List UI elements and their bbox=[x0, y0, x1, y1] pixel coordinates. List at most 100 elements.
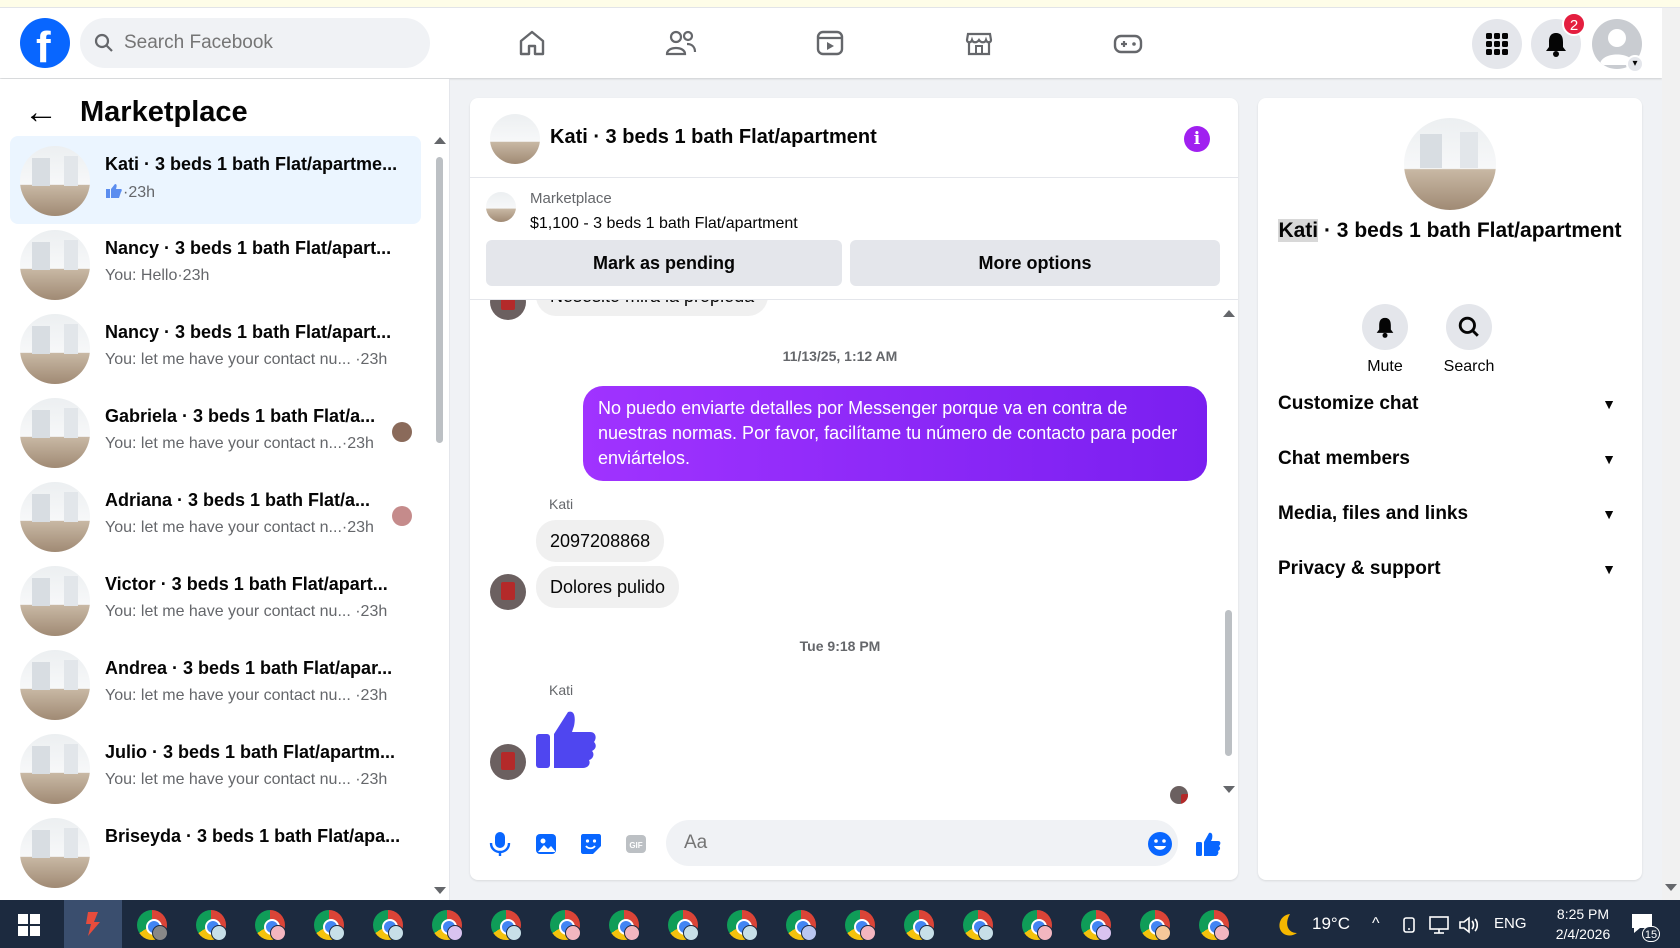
microphone-icon bbox=[489, 832, 511, 856]
gaming-nav-button[interactable] bbox=[1106, 22, 1150, 64]
app-icon bbox=[86, 912, 100, 936]
scroll-down-icon[interactable] bbox=[1223, 786, 1235, 793]
thumbs-up-icon bbox=[1196, 832, 1221, 856]
conversation-item[interactable]: Andrea · 3 beds 1 bath Flat/apar... You:… bbox=[10, 640, 421, 728]
attach-photo-button[interactable] bbox=[532, 830, 560, 858]
gif-icon: GIF bbox=[626, 835, 646, 853]
account-chevron-icon[interactable]: ▾ bbox=[1626, 55, 1644, 73]
video-icon bbox=[816, 30, 844, 56]
chrome-taskbar-icon[interactable] bbox=[904, 910, 935, 941]
message-bubble-incoming[interactable]: Dolores pulido bbox=[536, 566, 680, 608]
system-clock[interactable]: 8:25 PM 2/4/2026 bbox=[1528, 904, 1638, 944]
menu-button[interactable] bbox=[1472, 19, 1522, 69]
chrome-taskbar-icon[interactable] bbox=[432, 910, 463, 941]
chrome-taskbar-icon[interactable] bbox=[1022, 910, 1053, 941]
chrome-taskbar-icon[interactable] bbox=[668, 910, 699, 941]
customize-chat-section[interactable]: Customize chat ▼ bbox=[1278, 384, 1622, 424]
friends-nav-button[interactable] bbox=[659, 22, 703, 64]
sticker-button[interactable] bbox=[577, 830, 605, 858]
chrome-taskbar-icon[interactable] bbox=[786, 910, 817, 941]
chrome-taskbar-icon[interactable] bbox=[1199, 910, 1230, 941]
voice-clip-button[interactable] bbox=[486, 830, 514, 858]
chrome-taskbar-icon[interactable] bbox=[255, 910, 286, 941]
emoji-button[interactable] bbox=[1146, 830, 1174, 858]
chat-title[interactable]: Kati · 3 beds 1 bath Flat/apartment bbox=[550, 126, 877, 149]
message-bubble-outgoing[interactable]: No puedo enviarte detalles por Messenger… bbox=[583, 386, 1207, 481]
conversation-item[interactable]: Adriana · 3 beds 1 bath Flat/a... You: l… bbox=[10, 472, 421, 560]
chrome-taskbar-icon[interactable] bbox=[963, 910, 994, 941]
scroll-thumb[interactable] bbox=[1225, 610, 1232, 756]
more-options-button[interactable]: More options bbox=[850, 240, 1220, 286]
gif-button[interactable]: GIF bbox=[622, 830, 650, 858]
chrome-taskbar-icon[interactable] bbox=[314, 910, 345, 941]
search-box[interactable] bbox=[80, 18, 430, 68]
large-thumbs-up-icon[interactable] bbox=[534, 708, 598, 770]
chrome-taskbar-icon[interactable] bbox=[196, 910, 227, 941]
sidebar-header: ← Marketplace bbox=[24, 95, 248, 129]
chat-header: Kati · 3 beds 1 bath Flat/apartment i bbox=[470, 98, 1238, 178]
chrome-taskbar-icon[interactable] bbox=[491, 910, 522, 941]
chat-members-section[interactable]: Chat members ▼ bbox=[1278, 439, 1622, 479]
send-like-button[interactable] bbox=[1194, 830, 1222, 858]
mute-button[interactable]: Mute bbox=[1340, 304, 1430, 376]
chrome-taskbar-icon[interactable] bbox=[373, 910, 404, 941]
listing-photo[interactable] bbox=[1404, 118, 1496, 210]
search-icon bbox=[1458, 316, 1479, 337]
chrome-taskbar-icon[interactable] bbox=[727, 910, 758, 941]
conversation-item[interactable]: Julio · 3 beds 1 bath Flat/apartm... You… bbox=[10, 724, 421, 812]
privacy-support-section[interactable]: Privacy & support ▼ bbox=[1278, 549, 1622, 589]
scroll-thumb[interactable] bbox=[436, 157, 443, 443]
device-icon[interactable] bbox=[1400, 916, 1418, 934]
weather-moon-icon[interactable] bbox=[1274, 912, 1300, 938]
conversation-preview: You: let me have your contact nu... ·23h bbox=[105, 603, 388, 620]
message-bubble-incoming[interactable]: 2097208868 bbox=[536, 520, 665, 562]
message-timestamp: 11/13/25, 1:12 AM bbox=[782, 348, 898, 364]
mark-pending-button[interactable]: Mark as pending bbox=[486, 240, 842, 286]
conversation-item[interactable]: Gabriela · 3 beds 1 bath Flat/a... You: … bbox=[10, 388, 421, 476]
media-files-links-section[interactable]: Media, files and links ▼ bbox=[1278, 494, 1622, 534]
windows-start-icon[interactable] bbox=[18, 914, 40, 936]
network-icon[interactable] bbox=[1428, 915, 1450, 935]
video-nav-button[interactable] bbox=[808, 22, 852, 64]
conversation-item[interactable]: Briseyda · 3 beds 1 bath Flat/apa... bbox=[10, 808, 421, 896]
chat-thumbnail[interactable] bbox=[490, 114, 540, 164]
scroll-up-icon[interactable] bbox=[434, 137, 446, 144]
home-nav-button[interactable] bbox=[510, 22, 554, 64]
listing-thumbnail bbox=[20, 482, 90, 552]
search-input[interactable] bbox=[124, 18, 414, 68]
svg-text:GIF: GIF bbox=[629, 841, 642, 850]
chrome-taskbar-icon[interactable] bbox=[1081, 910, 1112, 941]
conversation-item[interactable]: Victor · 3 beds 1 bath Flat/apart... You… bbox=[10, 556, 421, 644]
info-icon[interactable]: i bbox=[1184, 126, 1210, 152]
listing-thumbnail bbox=[20, 650, 90, 720]
taskbar-active-app[interactable] bbox=[64, 900, 122, 948]
conversation-preview: You: let me have your contact n...·23h bbox=[105, 435, 374, 452]
chrome-taskbar-icon[interactable] bbox=[609, 910, 640, 941]
listing-thumbnail bbox=[20, 818, 90, 888]
facebook-logo[interactable]: f bbox=[20, 18, 70, 72]
marketplace-listing-bar: Marketplace $1,100 - 3 beds 1 bath Flat/… bbox=[470, 178, 1238, 300]
chrome-taskbar-icon[interactable] bbox=[845, 910, 876, 941]
conversation-item[interactable]: Nancy · 3 beds 1 bath Flat/apart... You:… bbox=[10, 304, 421, 392]
page-scrollbar[interactable] bbox=[1662, 8, 1680, 900]
search-conversation-button[interactable]: Search bbox=[1424, 304, 1514, 376]
sidebar-scrollbar[interactable] bbox=[432, 137, 446, 897]
scroll-down-icon[interactable] bbox=[1665, 884, 1677, 891]
input-language[interactable]: ENG bbox=[1494, 900, 1527, 948]
back-arrow-icon[interactable]: ← bbox=[24, 95, 58, 129]
conversation-item[interactable]: Nancy · 3 beds 1 bath Flat/apart... You:… bbox=[10, 220, 421, 308]
chrome-taskbar-icon[interactable] bbox=[1140, 910, 1171, 941]
chrome-taskbar-icon[interactable] bbox=[550, 910, 581, 941]
volume-icon[interactable] bbox=[1458, 915, 1480, 935]
temperature[interactable]: 19°C bbox=[1312, 900, 1350, 948]
search-label: Search bbox=[1443, 358, 1495, 375]
marketplace-nav-button[interactable] bbox=[957, 22, 1001, 64]
message-input[interactable] bbox=[666, 820, 1178, 866]
chat-scrollbar[interactable] bbox=[1222, 310, 1236, 800]
scroll-down-icon[interactable] bbox=[434, 887, 446, 894]
conversation-item[interactable]: Kati · 3 beds 1 bath Flat/apartme... ·23… bbox=[10, 136, 421, 224]
chrome-taskbar-icon[interactable] bbox=[137, 910, 168, 941]
tray-overflow-icon[interactable]: ^ bbox=[1372, 900, 1380, 948]
listing-price[interactable]: $1,100 - 3 beds 1 bath Flat/apartment bbox=[530, 215, 798, 233]
scroll-up-icon[interactable] bbox=[1223, 310, 1235, 317]
